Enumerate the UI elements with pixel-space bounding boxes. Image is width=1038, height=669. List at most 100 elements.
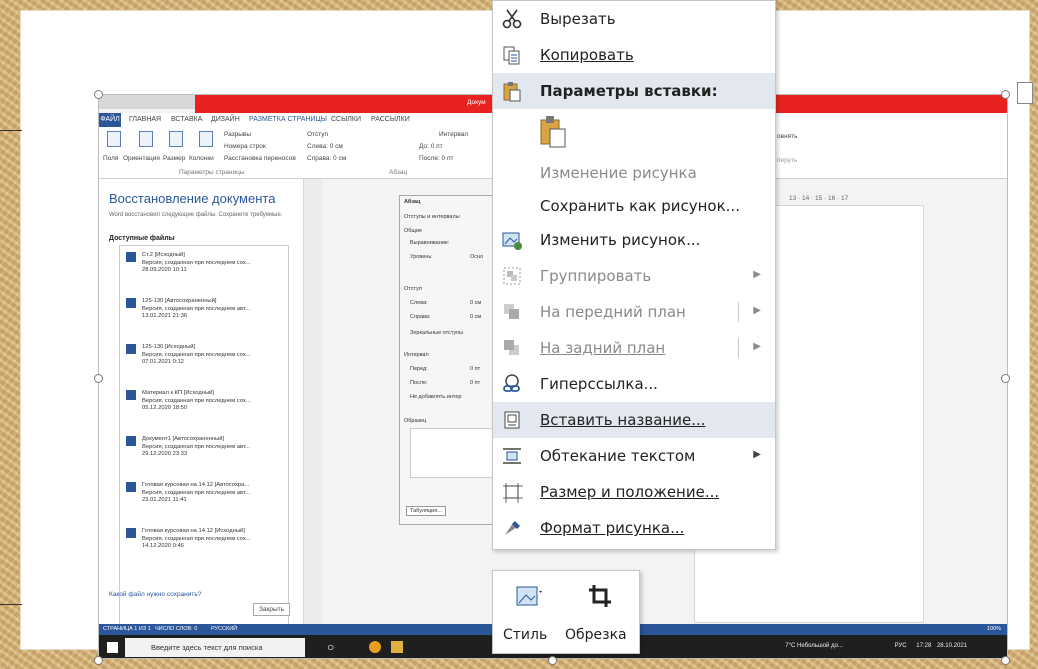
margins-label: Поля — [103, 155, 119, 162]
chrome-icon[interactable] — [369, 641, 381, 653]
paste-icon — [503, 82, 521, 102]
zoom-level[interactable]: 100% — [987, 626, 1001, 632]
crop-button[interactable]: Обрезка — [565, 577, 637, 651]
mirror-indents-checkbox[interactable]: Зеркальные отступы — [410, 330, 463, 336]
spacing-before-field[interactable]: До: 0 пт — [419, 143, 443, 150]
scissors-icon — [502, 9, 522, 29]
menu-item-insert-caption[interactable]: Вставить название... — [493, 402, 775, 438]
indent-left-field[interactable]: Слева: 0 см — [307, 143, 343, 150]
right-indent-label: Справа: — [410, 314, 431, 320]
columns-icon[interactable] — [199, 131, 213, 147]
paragraph-dialog: Абзац Отступы и интервалы Общие Выравнив… — [399, 195, 499, 525]
close-button[interactable]: Закрыть — [253, 603, 291, 616]
recovery-title: Восстановление документа — [109, 191, 276, 206]
size-icon[interactable] — [169, 131, 183, 147]
menu-item-copy[interactable]: Копировать — [493, 37, 775, 73]
resize-handle-bl[interactable] — [94, 656, 103, 665]
dialog-general: Общие — [404, 228, 423, 234]
style-button[interactable]: Стиль — [501, 577, 561, 651]
group-paragraph: Абзац — [389, 169, 408, 176]
resize-handle-mr[interactable] — [1001, 374, 1010, 383]
explorer-icon[interactable] — [391, 641, 403, 653]
word-file-icon — [126, 528, 136, 538]
align-button[interactable]: овнять — [777, 133, 798, 140]
right-indent-input[interactable]: 0 см — [470, 314, 481, 320]
input-language[interactable]: РУС — [895, 643, 907, 649]
tab-home[interactable]: ГЛАВНАЯ — [129, 116, 161, 123]
side-icon[interactable] — [1017, 82, 1033, 104]
tab-references[interactable]: ССЫЛКИ — [331, 116, 361, 123]
task-view-icon[interactable]: ○ — [327, 640, 334, 654]
dialog-title: Абзац — [404, 199, 421, 205]
hyphenation-button[interactable]: Расстановка переносов — [224, 155, 296, 162]
tab-page-layout[interactable]: РАЗМЕТКА СТРАНИЦЫ — [249, 116, 327, 123]
recovery-pane: Восстановление документа Word восстанови… — [99, 179, 304, 645]
resize-handle-tr[interactable] — [1001, 90, 1010, 99]
left-indent-input[interactable]: 0 см — [470, 300, 481, 306]
word-file-icon — [126, 298, 136, 308]
caption-icon — [504, 411, 520, 429]
help-link[interactable]: Какой файл нужно сохранить? — [109, 591, 201, 598]
menu-item-format-picture[interactable]: Формат рисунка... — [493, 510, 775, 546]
menu-item-cut[interactable]: Вырезать — [493, 1, 775, 37]
paste-keep-icon — [540, 116, 566, 148]
word-file-icon — [126, 482, 136, 492]
recovery-heading: Доступные файлы — [109, 235, 175, 242]
clock-time[interactable]: 17:28 — [916, 643, 931, 649]
columns-label: Колонки — [189, 155, 214, 162]
indent-label: Отступ — [307, 131, 329, 138]
taskbar-search-input[interactable]: Введите здесь текст для поиска — [125, 638, 305, 657]
format-picture-icon — [505, 521, 520, 535]
word-file-icon — [126, 344, 136, 354]
menu-item-wrap-text[interactable]: Обтекание текстом ▶ — [493, 438, 775, 474]
spacing-before-input[interactable]: 0 пт — [470, 366, 480, 372]
spacing-heading: Интервал — [404, 352, 429, 358]
margins-icon[interactable] — [107, 131, 121, 147]
orientation-icon[interactable] — [139, 131, 153, 147]
size-label: Размер — [163, 155, 186, 162]
word-file-icon — [126, 436, 136, 446]
title-fragment: Докум — [467, 99, 486, 106]
recovery-subtitle: Word восстановил следующие файлы. Сохран… — [109, 212, 283, 218]
breaks-button[interactable]: Разрывы — [224, 131, 251, 138]
menu-item-paste-keep[interactable] — [493, 109, 775, 155]
menu-item-bring-front: На передний план ▶ — [493, 294, 775, 330]
resize-handle-bm[interactable] — [548, 656, 557, 665]
line-numbers-button[interactable]: Номера строк — [224, 143, 266, 150]
spacing-after-field[interactable]: После: 0 пт — [419, 155, 453, 162]
menu-item-hyperlink[interactable]: Гиперссылка... — [493, 366, 775, 402]
weather-text[interactable]: 7°C Небольшой до... — [785, 643, 843, 649]
copy-icon — [503, 46, 520, 65]
spacing-after-input[interactable]: 0 пт — [470, 380, 480, 386]
no-add-spacing-checkbox[interactable]: Не добавлять интер — [410, 394, 462, 400]
menu-item-change-picture[interactable]: Изменить рисунок... — [493, 222, 775, 258]
tab-mailings[interactable]: РАССЫЛКИ — [371, 116, 410, 123]
resize-handle-tl[interactable] — [94, 90, 103, 99]
word-file-icon — [126, 390, 136, 400]
tab-design[interactable]: ДИЗАЙН — [211, 116, 240, 123]
hyperlink-icon — [503, 374, 520, 392]
sample-preview — [410, 428, 496, 478]
scrollbar[interactable] — [304, 179, 322, 624]
menu-header-paste-options: Параметры вставки: — [493, 73, 775, 109]
tab-insert[interactable]: ВСТАВКА — [171, 116, 202, 123]
group-page-setup: Параметры страницы — [179, 169, 245, 176]
ruler: 13 · 14 · 15 · 16 · 17 — [789, 195, 849, 202]
tab-file[interactable]: ФАЙЛ — [99, 113, 121, 127]
menu-item-save-as-picture[interactable]: Сохранить как рисунок... — [493, 188, 775, 224]
resize-handle-ml[interactable] — [94, 374, 103, 383]
resize-handle-br[interactable] — [1001, 656, 1010, 665]
crop-label: Обрезка — [565, 627, 627, 643]
indent-right-field[interactable]: Справа: 0 см — [307, 155, 346, 162]
dialog-tab[interactable]: Отступы и интервалы — [404, 214, 460, 220]
level-select[interactable]: Осно — [470, 254, 483, 260]
bring-front-icon — [504, 304, 519, 319]
slide-line-top — [0, 130, 22, 131]
group-arrange: перуть — [777, 157, 798, 164]
windows-start-icon[interactable] — [107, 642, 118, 653]
menu-item-size-position[interactable]: Размер и положение... — [493, 474, 775, 510]
clock-date[interactable]: 28.10.2021 — [937, 643, 967, 649]
tabs-button[interactable]: Табуляция... — [406, 506, 446, 516]
status-page: СТРАНИЦА 1 ИЗ 1 — [103, 626, 151, 632]
system-tray: 7°C Небольшой до... РУС 17:28 28.10.2021 — [785, 643, 967, 649]
